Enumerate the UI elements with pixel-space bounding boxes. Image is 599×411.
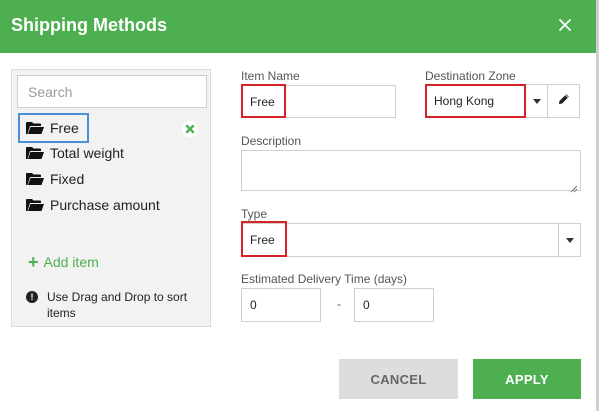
- folder-open-icon: [26, 121, 44, 135]
- delivery-from-value: 0: [250, 298, 257, 312]
- plus-icon: +: [28, 252, 39, 272]
- type-label: Type: [241, 207, 268, 221]
- delivery-to-value: 0: [363, 298, 370, 312]
- sort-hint: ! Use Drag and Drop to sort items: [26, 289, 206, 321]
- methods-panel: Free Total weight Fixed Purchase amount …: [11, 69, 211, 327]
- description-label: Description: [241, 134, 302, 148]
- delivery-time-label: Estimated Delivery Time (days): [241, 272, 408, 286]
- tree-item-free[interactable]: Free: [18, 113, 89, 143]
- delivery-to-input[interactable]: 0: [354, 288, 434, 322]
- resize-handle-icon[interactable]: [570, 180, 578, 193]
- info-icon: !: [26, 291, 38, 303]
- type-dropdown-toggle[interactable]: [558, 224, 580, 256]
- tree-item-label: Total weight: [50, 145, 124, 161]
- destination-dropdown-toggle[interactable]: [525, 85, 547, 117]
- item-name-highlight: [241, 84, 286, 118]
- dialog-header: Shipping Methods: [0, 0, 596, 53]
- tree-item-fixed[interactable]: Fixed: [26, 168, 84, 190]
- tree-item-label: Free: [50, 120, 79, 136]
- close-icon[interactable]: [554, 14, 576, 36]
- delivery-range-separator: -: [337, 297, 341, 311]
- shipping-methods-dialog: Shipping Methods Free Total weight Fi: [0, 0, 596, 411]
- chevron-down-icon: [532, 98, 541, 104]
- type-highlight: [241, 221, 287, 257]
- delete-icon[interactable]: [182, 121, 198, 137]
- description-field[interactable]: [241, 150, 581, 193]
- add-item-button[interactable]: + Add item: [28, 252, 99, 272]
- sort-hint-text: Use Drag and Drop to sort items: [47, 290, 188, 320]
- delivery-from-input[interactable]: 0: [241, 288, 321, 322]
- folder-open-icon: [26, 172, 44, 186]
- pencil-icon: [558, 92, 570, 110]
- destination-zone-label: Destination Zone: [425, 69, 516, 83]
- destination-zone-highlight: [425, 84, 526, 118]
- type-select[interactable]: Free: [241, 223, 581, 257]
- folder-open-icon: [26, 146, 44, 160]
- tree-item-label: Fixed: [50, 171, 85, 187]
- dialog-title: Shipping Methods: [11, 15, 167, 35]
- edit-zone-button[interactable]: [547, 84, 580, 118]
- chevron-down-icon: [565, 237, 574, 243]
- cancel-button[interactable]: CANCEL: [339, 359, 458, 399]
- tree-item-total-weight[interactable]: Total weight: [26, 142, 124, 164]
- apply-button[interactable]: APPLY: [473, 359, 581, 399]
- folder-open-icon: [26, 198, 44, 212]
- tree-item-purchase-amount[interactable]: Purchase amount: [26, 194, 160, 216]
- search-input[interactable]: [17, 75, 207, 108]
- add-item-label: Add item: [43, 254, 99, 270]
- tree-item-label: Purchase amount: [50, 197, 160, 213]
- item-name-label: Item Name: [241, 69, 300, 83]
